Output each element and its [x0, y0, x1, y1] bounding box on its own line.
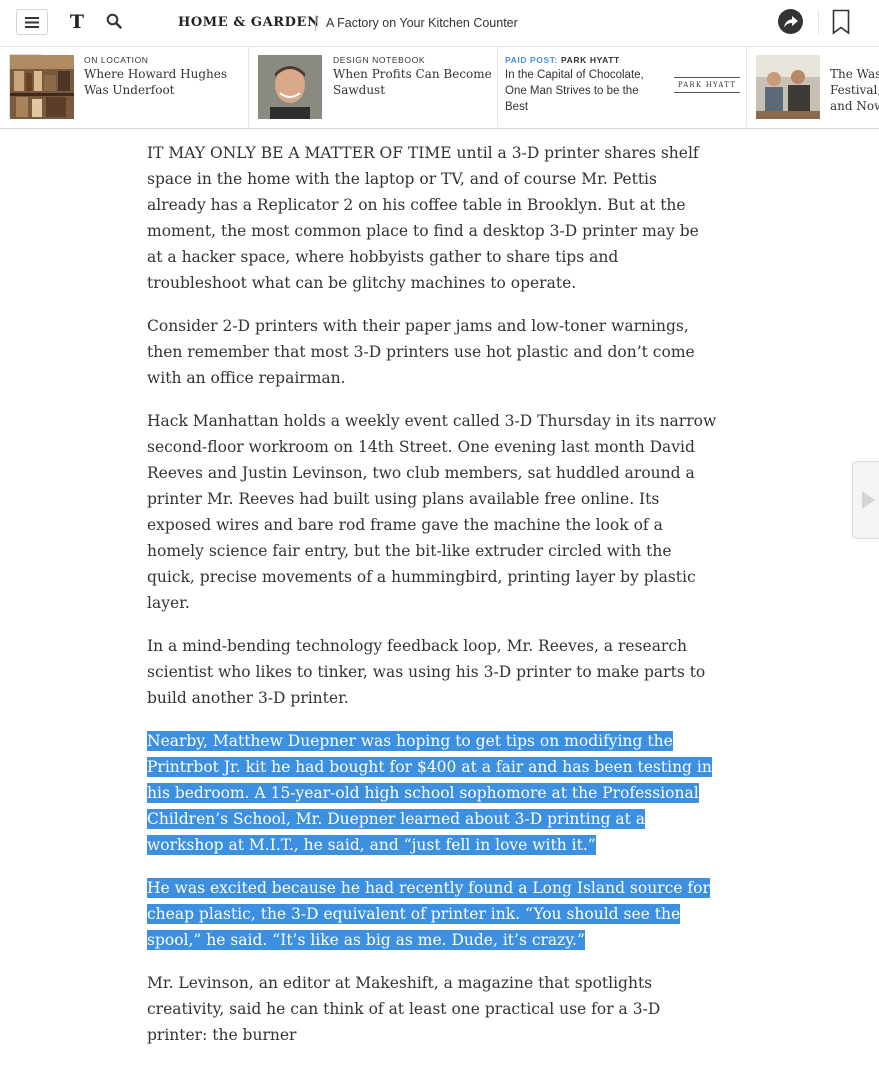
search-icon[interactable]	[106, 13, 122, 29]
sponsor-name: PARK HYATT	[561, 55, 620, 65]
article-paragraph-selected: He was excited because he had recently f…	[147, 875, 717, 953]
ribbon-divider	[497, 47, 498, 127]
bookshelf-photo	[10, 55, 74, 119]
article-ribbon: ON LOCATION Where Howard Hughes Was Unde…	[0, 47, 879, 129]
ribbon-link-title[interactable]: The Was Festival, and Now	[830, 66, 879, 114]
article-paragraph: Hack Manhattan holds a weekly event call…	[147, 412, 717, 612]
selected-text: Nearby, Matthew Duepner was hoping to ge…	[147, 731, 712, 855]
ribbon-thumbnail-festival[interactable]	[756, 55, 820, 119]
ribbon-divider	[248, 47, 249, 127]
chevron-right-icon	[862, 491, 875, 509]
menu-button[interactable]	[16, 9, 48, 35]
people-photo	[756, 55, 820, 119]
article-title: A Factory on Your Kitchen Counter	[326, 16, 518, 30]
ribbon-thumbnail-howard-hughes[interactable]	[10, 55, 74, 119]
article-paragraph: IT MAY ONLY BE A MATTER OF TIME until a …	[147, 144, 699, 292]
article-body: IT MAY ONLY BE A MATTER OF TIME until a …	[147, 140, 717, 1065]
bookmark-icon[interactable]	[832, 9, 850, 35]
ribbon-kicker: DESIGN NOTEBOOK	[333, 55, 426, 65]
ribbon-divider	[746, 47, 747, 127]
share-button[interactable]	[778, 9, 803, 34]
park-hyatt-logo[interactable]: PARK HYATT	[674, 77, 740, 93]
ribbon-thumbnail-profits[interactable]	[258, 55, 322, 119]
article-paragraph: Consider 2-D printers with their paper j…	[147, 317, 695, 387]
paid-post-title[interactable]: In the Capital of Chocolate, One Man Str…	[505, 67, 655, 115]
section-name[interactable]: HOME & GARDEN	[178, 15, 320, 30]
article-paragraph: Mr. Levinson, an editor at Makeshift, a …	[147, 974, 661, 1044]
portrait-photo	[258, 55, 322, 119]
next-article-tab[interactable]	[852, 461, 879, 539]
ribbon-kicker: ON LOCATION	[84, 55, 149, 65]
selected-text: He was excited because he had recently f…	[147, 878, 710, 950]
ribbon-link-title[interactable]: When Profits Can Become Sawdust	[333, 66, 493, 98]
header-divider-right	[818, 10, 819, 34]
article-paragraph: In a mind-bending technology feedback lo…	[147, 637, 706, 707]
nyt-logo[interactable]: T	[68, 11, 86, 33]
header-divider	[315, 15, 316, 31]
hamburger-icon	[25, 16, 39, 28]
top-bar: T HOME & GARDEN A Factory on Your Kitche…	[0, 0, 879, 47]
paid-post-kicker: PAID POST: PARK HYATT	[505, 55, 620, 65]
share-arrow-icon	[783, 15, 798, 27]
ribbon-link-title[interactable]: Where Howard Hughes Was Underfoot	[84, 66, 244, 98]
paid-post-label: PAID POST:	[505, 55, 559, 65]
article-paragraph-selected: Nearby, Matthew Duepner was hoping to ge…	[147, 728, 717, 858]
